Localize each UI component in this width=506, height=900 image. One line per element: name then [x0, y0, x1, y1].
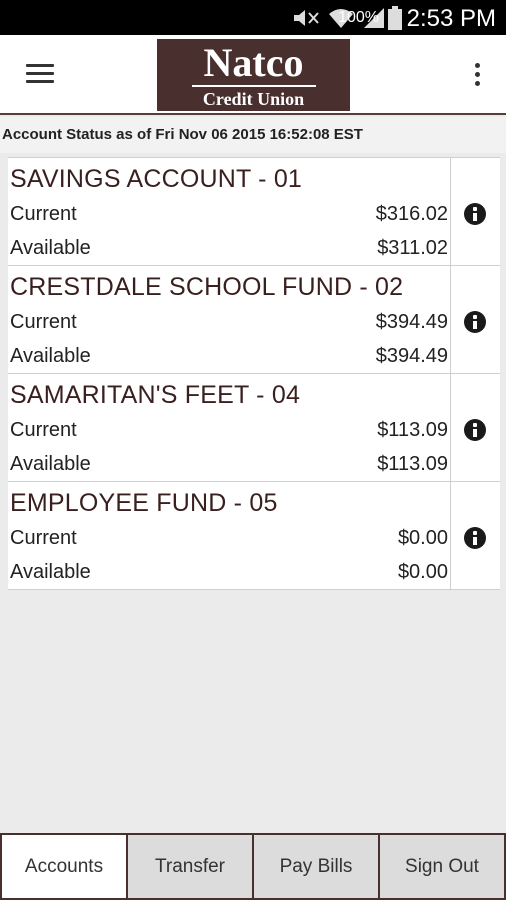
current-amount: $0.00 [397, 527, 448, 549]
available-balance-row: Available $113.09 [10, 453, 448, 481]
more-options-icon[interactable] [472, 63, 482, 89]
tab-sign-out[interactable]: Sign Out [378, 835, 506, 900]
account-title: EMPLOYEE FUND - 05 [10, 489, 278, 517]
current-balance-row: Current $394.49 [10, 311, 448, 339]
account-item[interactable]: CRESTDALE SCHOOL FUND - 02 Current $394.… [8, 266, 500, 374]
available-label: Available [10, 561, 91, 583]
account-item[interactable]: SAMARITAN'S FEET - 04 Current $113.09 Av… [8, 374, 500, 482]
app-bar: Natco Credit Union [0, 35, 506, 115]
account-title: SAVINGS ACCOUNT - 01 [10, 165, 303, 193]
account-details: SAVINGS ACCOUNT - 01 Current $316.02 Ava… [8, 158, 451, 265]
info-icon[interactable] [464, 527, 486, 549]
tab-accounts[interactable]: Accounts [0, 835, 128, 900]
current-amount: $316.02 [375, 203, 448, 225]
info-icon[interactable] [464, 311, 486, 333]
current-amount: $394.49 [375, 311, 448, 333]
logo-subtitle: Credit Union [202, 89, 305, 109]
account-title: CRESTDALE SCHOOL FUND - 02 [10, 273, 404, 301]
tab-pay-bills[interactable]: Pay Bills [252, 835, 380, 900]
info-icon[interactable] [464, 203, 486, 225]
current-balance-row: Current $113.09 [10, 419, 448, 447]
available-balance-row: Available $311.02 [10, 237, 448, 265]
current-label: Current [10, 419, 77, 441]
account-item[interactable]: SAVINGS ACCOUNT - 01 Current $316.02 Ava… [8, 158, 500, 266]
account-item[interactable]: EMPLOYEE FUND - 05 Current $0.00 Availab… [8, 482, 500, 590]
available-amount: $311.02 [377, 237, 448, 259]
current-balance-row: Current $0.00 [10, 527, 448, 555]
battery-percent: 100% [338, 9, 379, 26]
account-details: CRESTDALE SCHOOL FUND - 02 Current $394.… [8, 266, 451, 373]
account-title: SAMARITAN'S FEET - 04 [10, 381, 301, 409]
current-balance-row: Current $316.02 [10, 203, 448, 231]
account-status-text: Account Status as of Fri Nov 06 2015 16:… [0, 117, 506, 153]
available-label: Available [10, 453, 91, 475]
current-amount: $113.09 [377, 419, 448, 441]
available-amount: $394.49 [375, 345, 448, 367]
tab-transfer[interactable]: Transfer [126, 835, 254, 900]
info-icon[interactable] [464, 419, 486, 441]
natco-logo: Natco Credit Union [157, 39, 350, 111]
accounts-list: SAVINGS ACCOUNT - 01 Current $316.02 Ava… [8, 157, 500, 590]
available-balance-row: Available $0.00 [10, 561, 448, 589]
battery-icon [388, 6, 402, 30]
mute-icon [294, 10, 319, 26]
current-label: Current [10, 203, 77, 225]
available-label: Available [10, 237, 91, 259]
available-amount: $113.09 [377, 453, 448, 475]
logo-name: Natco [203, 40, 304, 85]
available-label: Available [10, 345, 91, 367]
current-label: Current [10, 527, 77, 549]
current-label: Current [10, 311, 77, 333]
available-amount: $0.00 [397, 561, 448, 583]
bottom-tab-bar: Accounts Transfer Pay Bills Sign Out [0, 833, 506, 900]
logo-divider [191, 85, 316, 87]
account-details: SAMARITAN'S FEET - 04 Current $113.09 Av… [8, 374, 451, 481]
clock: 2:53 PM [406, 5, 496, 32]
menu-icon[interactable] [26, 64, 54, 84]
available-balance-row: Available $394.49 [10, 345, 448, 373]
status-bar: 100% 2:53 PM [0, 0, 506, 35]
account-details: EMPLOYEE FUND - 05 Current $0.00 Availab… [8, 482, 451, 589]
